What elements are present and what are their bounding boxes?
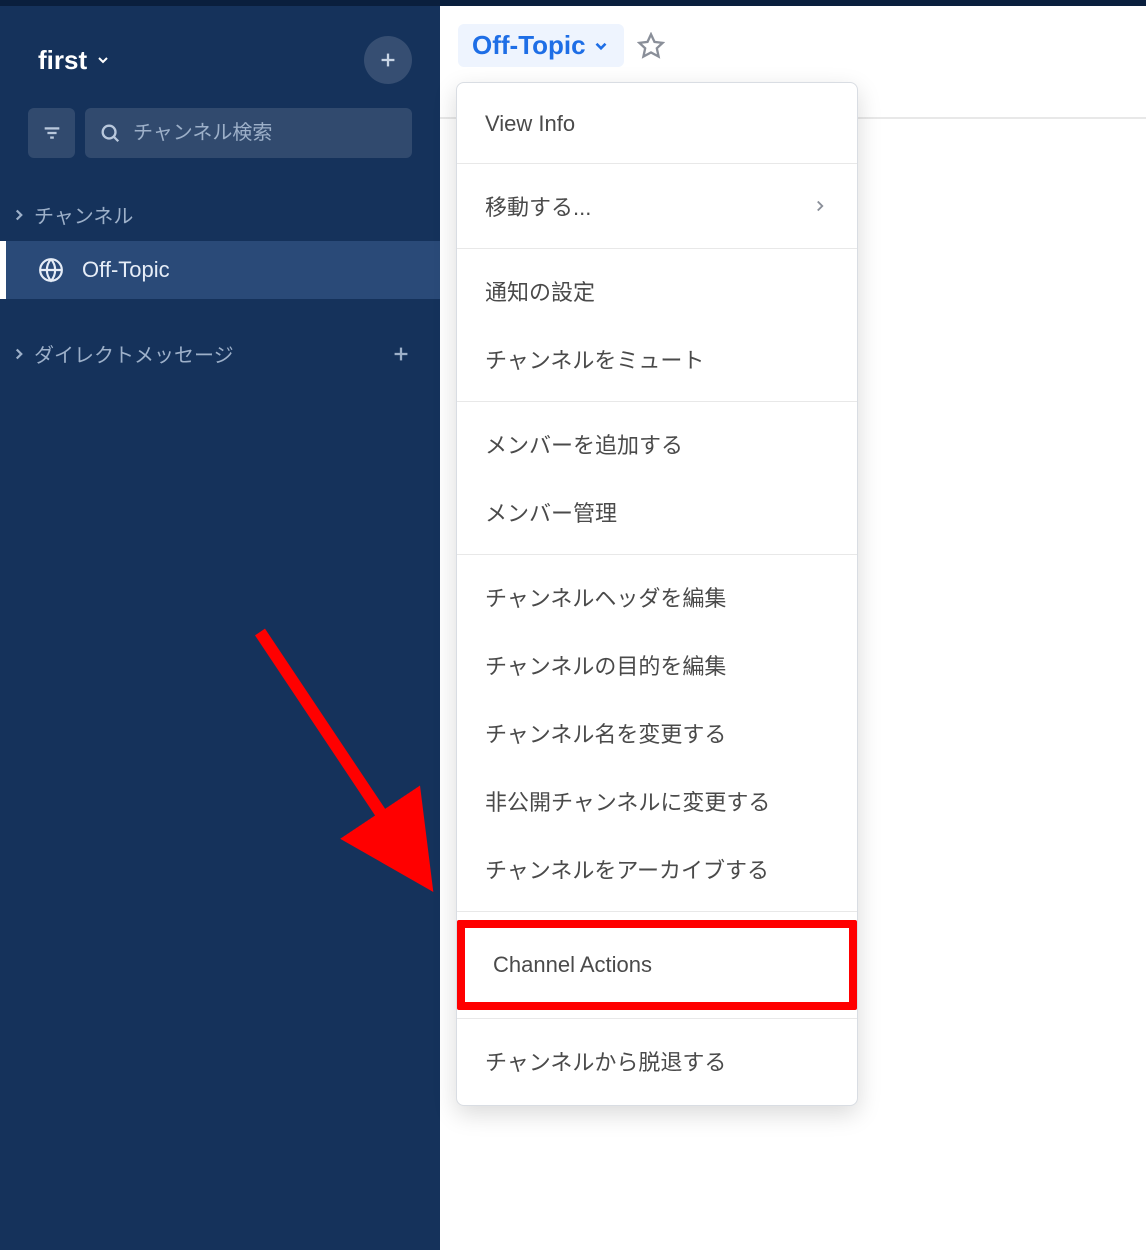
menu-item-make-private[interactable]: 非公開チャンネルに変更する [457, 767, 857, 835]
menu-item-label: View Info [485, 111, 575, 137]
add-dm-icon[interactable] [390, 343, 412, 365]
menu-item-label: チャンネルをアーカイブする [485, 853, 769, 885]
menu-item-move-to[interactable]: 移動する... [457, 172, 857, 240]
menu-item-label: 通知の設定 [485, 275, 595, 307]
section-direct-messages[interactable]: ダイレクトメッセージ [0, 327, 440, 380]
search-wrapper[interactable] [85, 108, 412, 158]
menu-item-notification-settings[interactable]: 通知の設定 [457, 257, 857, 325]
menu-divider [457, 248, 857, 249]
menu-item-label: メンバーを追加する [485, 428, 683, 460]
main-area: Off-Topic View Info 移動する... 通知の設定チャンネルをミュー… [440, 6, 1146, 1250]
chevron-right-icon [10, 206, 28, 224]
menu-item-label: メンバー管理 [485, 496, 617, 528]
search-icon [99, 122, 121, 144]
menu-item-add-members[interactable]: メンバーを追加する [457, 410, 857, 478]
menu-item-label: チャンネルの目的を編集 [485, 649, 726, 681]
menu-divider [457, 911, 857, 912]
menu-item-edit-header[interactable]: チャンネルヘッダを編集 [457, 563, 857, 631]
menu-item-label: チャンネルから脱退する [485, 1045, 726, 1077]
channel-item-off-topic[interactable]: Off-Topic [0, 241, 440, 299]
menu-divider [457, 1018, 857, 1019]
section-channels[interactable]: チャンネル [0, 188, 440, 241]
menu-divider [457, 554, 857, 555]
menu-item-leave-channel[interactable]: チャンネルから脱退する [457, 1027, 857, 1095]
menu-divider [457, 401, 857, 402]
menu-item-channel-actions[interactable]: Channel Actions [465, 928, 849, 1002]
menu-item-label: チャンネルをミュート [485, 343, 704, 375]
chevron-down-icon [95, 52, 111, 68]
add-button[interactable] [364, 36, 412, 84]
plus-icon [377, 49, 399, 71]
filter-icon [41, 122, 63, 144]
menu-item-rename-channel[interactable]: チャンネル名を変更する [457, 699, 857, 767]
menu-item-label: Channel Actions [493, 952, 652, 978]
workspace-switcher[interactable]: first [38, 45, 111, 76]
section-label: チャンネル [34, 200, 133, 229]
menu-item-manage-members[interactable]: メンバー管理 [457, 478, 857, 546]
menu-item-view-info[interactable]: View Info [457, 93, 857, 155]
highlight-box: Channel Actions [457, 920, 857, 1010]
menu-item-label: 非公開チャンネルに変更する [485, 785, 770, 817]
chevron-down-icon [592, 37, 610, 55]
menu-divider [457, 163, 857, 164]
search-input[interactable] [133, 122, 398, 145]
channel-dropdown: View Info 移動する... 通知の設定チャンネルをミュートメンバーを追加する… [456, 82, 858, 1106]
channel-header: Off-Topic [440, 6, 1146, 85]
star-icon [637, 32, 665, 60]
workspace-name-label: first [38, 45, 87, 76]
channel-label: Off-Topic [82, 257, 170, 283]
menu-item-label: チャンネルヘッダを編集 [485, 581, 726, 613]
favorite-button[interactable] [636, 31, 666, 61]
section-label: ダイレクトメッセージ [34, 339, 234, 368]
sidebar: first [0, 6, 440, 1250]
channel-title-label: Off-Topic [472, 30, 586, 61]
menu-item-mute-channel[interactable]: チャンネルをミュート [457, 325, 857, 393]
channel-title-button[interactable]: Off-Topic [458, 24, 624, 67]
menu-item-label: 移動する... [485, 190, 591, 222]
globe-icon [38, 257, 64, 283]
chevron-right-icon [10, 345, 28, 363]
filter-button[interactable] [28, 108, 75, 158]
chevron-right-icon [811, 197, 829, 215]
menu-item-archive-channel[interactable]: チャンネルをアーカイブする [457, 835, 857, 903]
menu-item-label: チャンネル名を変更する [485, 717, 726, 749]
menu-item-edit-purpose[interactable]: チャンネルの目的を編集 [457, 631, 857, 699]
